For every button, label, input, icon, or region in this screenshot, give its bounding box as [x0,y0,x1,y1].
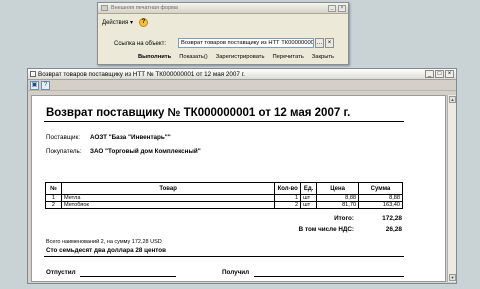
close-button[interactable]: Закрыть [312,54,334,60]
reread-button[interactable]: Перечитать [272,54,303,60]
actions-menu[interactable]: Действия ▾ [102,19,133,26]
item-name: Метобяок [60,201,276,209]
item-sum: 163,40 [358,201,403,209]
column-header: № [45,182,62,195]
actions-menu-label: Действия [102,20,129,26]
save-icon[interactable]: ▣ [30,81,39,90]
supplier-value: АОЗТ "База "Инвентарь"" [90,134,171,141]
close-icon[interactable]: × [445,70,454,78]
item-qty: 2 [274,201,302,209]
buyer-label: Покупатель: [46,148,82,155]
maximize-icon[interactable]: □ [435,70,444,78]
document-heading: Возврат поставщику № ТК000000001 от 12 м… [46,107,351,119]
column-header: Цена [316,182,360,195]
dialog-minimize-icon[interactable]: _ [328,5,336,12]
dialog-window-icon [101,5,108,11]
dialog-title: Внешняя печатная форма [111,5,178,11]
register-button[interactable]: Зарегистрировать [216,54,265,60]
supplier-label: Поставщик: [46,134,81,141]
window-titlebar: Возврат товаров поставщику из НТТ № ТК00… [28,69,456,80]
help-icon[interactable]: ? [138,18,148,27]
vertical-scrollbar[interactable]: ▲ ▼ [447,95,456,282]
column-header: Кол-во [274,182,302,195]
total-value: 172,28 [382,215,402,222]
amount-in-words: Сто семьдесят два доллара 28 центов [46,247,166,254]
run-button[interactable]: Выполнить [138,54,171,60]
printed-document: Возврат поставщику № ТК000000001 от 12 м… [31,95,446,282]
heading-divider [44,121,404,122]
scroll-up-icon[interactable]: ▲ [449,96,456,103]
toolbar: ▣ ? [28,80,456,91]
buyer-value: ЗАО "Торговый дом Комплексный" [90,148,201,155]
received-label: Получил [222,269,250,276]
print-form-dialog: Внешняя печатная форма _ × Действия ▾ ? … [97,2,349,65]
vat-label: В том числе НДС: [298,226,354,233]
show-button[interactable]: Показать() [179,54,208,60]
minimize-icon[interactable]: _ [425,70,434,78]
column-header: Сумма [358,182,403,195]
released-label: Отпустил [46,269,76,276]
report-window: Возврат товаров поставщику из НТТ № ТК00… [27,68,457,284]
column-header: Ед. [300,182,318,195]
item-unit: шт [300,194,318,202]
item-unit: шт [300,201,318,209]
received-signature-line [254,276,404,277]
items-count-note: Всего наименований 2, на сумму 172,28 US… [46,239,162,245]
row-number: 1 [45,194,62,202]
dialog-titlebar: Внешняя печатная форма _ × [98,3,348,14]
object-field[interactable]: Возврат товаров поставщику из НТТ ТК0000… [178,38,314,48]
released-signature-line [80,276,176,277]
item-price: 8,88 [316,194,360,202]
items-table: № Товар Кол-во Ед. Цена Сумма 1 Метла 1 … [45,182,403,209]
item-name: Метла [60,194,276,202]
item-price: 81,70 [316,201,360,209]
row-number: 2 [45,201,62,209]
total-label: Итого: [334,215,354,222]
dialog-close-icon[interactable]: × [338,5,346,12]
help-icon[interactable]: ? [41,81,50,90]
item-qty: 1 [274,194,302,202]
select-button[interactable]: … [315,38,324,48]
table-row: 2 Метобяок 2 шт 81,70 163,40 [45,201,403,209]
window-title: Возврат товаров поставщику из НТТ № ТК00… [38,71,245,78]
column-header: Товар [60,182,276,195]
table-header-row: № Товар Кол-во Ед. Цена Сумма [45,182,403,195]
item-sum: 8,88 [358,194,403,202]
table-row: 1 Метла 1 шт 8,88 8,88 [45,194,403,202]
clear-icon[interactable]: × [325,38,334,48]
window-icon [30,71,36,77]
summary-divider [44,256,404,257]
object-label: Ссылка на объект: [114,41,166,47]
scroll-down-icon[interactable]: ▼ [449,274,456,281]
vat-value: 26,28 [385,226,402,233]
dialog-actions: Выполнить Показать() Зарегистрировать Переч… [138,54,334,60]
